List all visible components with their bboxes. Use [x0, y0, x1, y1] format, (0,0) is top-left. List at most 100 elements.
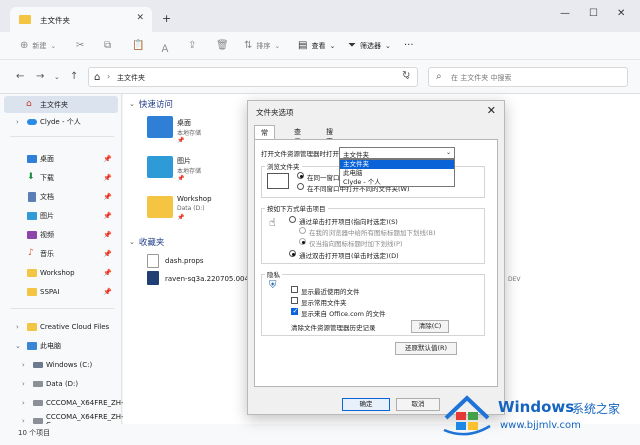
pin-icon[interactable]: 📌: [103, 193, 112, 201]
sidebar-item-home[interactable]: ⌂ 主文件夹: [4, 96, 118, 113]
paste-icon[interactable]: 📋: [132, 40, 144, 51]
sort-button[interactable]: ⇅ 排序 ⌄: [244, 40, 280, 51]
tile-location: 本地存储: [177, 130, 202, 137]
checkbox-show-office[interactable]: [291, 307, 298, 315]
filter-button[interactable]: ⏷ 筛选器 ⌄: [348, 40, 391, 51]
workshop-folder-icon[interactable]: [147, 196, 173, 218]
radio-double-click[interactable]: [289, 250, 296, 257]
expand-chevron-icon[interactable]: ›: [22, 361, 25, 369]
folder-icon: [19, 15, 31, 24]
collapse-chevron-icon[interactable]: ⌄: [15, 342, 21, 350]
rename-icon[interactable]: Ａ: [160, 40, 170, 55]
option-this-pc[interactable]: 此电脑: [340, 169, 454, 178]
file-name[interactable]: dash.props: [165, 257, 204, 265]
ok-button[interactable]: 确定: [342, 398, 390, 411]
checkbox-show-recent[interactable]: [291, 286, 298, 293]
view-button[interactable]: ▤ 查看 ⌄: [298, 40, 335, 51]
more-options-icon[interactable]: ···: [404, 40, 414, 51]
radio-same-window[interactable]: [297, 172, 304, 179]
underline-browser-label[interactable]: 在我的浏览器中给所有图标标题加下划线(B): [309, 227, 436, 237]
show-office-label[interactable]: 显示来自 Office.com 的文件: [301, 308, 386, 318]
sidebar-item-downloads[interactable]: ⬇ 下载 📌: [0, 169, 118, 186]
forward-icon[interactable]: →: [36, 71, 44, 82]
pin-icon[interactable]: 📌: [103, 269, 112, 277]
tile-name[interactable]: Workshop: [177, 195, 212, 203]
option-onedrive[interactable]: Clyde - 个人: [340, 178, 454, 187]
address-bar[interactable]: ⌂ › 主文件夹 ⌄: [88, 67, 418, 87]
up-icon[interactable]: ↑: [70, 71, 78, 82]
site-watermark: Windows 系统之家 www.bjjmlv.com: [440, 390, 640, 445]
cut-icon[interactable]: ✂: [76, 40, 84, 51]
close-tab-icon[interactable]: ✕: [136, 13, 144, 23]
refresh-icon[interactable]: ↻: [402, 70, 410, 81]
sidebar-item-desktop[interactable]: 桌面 📌: [0, 150, 118, 167]
share-icon[interactable]: ⇪: [188, 40, 196, 51]
pin-icon[interactable]: 📌: [103, 250, 112, 258]
sidebar-item-dvd-1[interactable]: › CCCOMA_X64FRE_ZH-: [0, 394, 124, 411]
back-icon[interactable]: ←: [16, 71, 24, 82]
tab-search[interactable]: 搜索: [320, 125, 339, 146]
click-group-label: 按如下方式单击项目: [265, 203, 328, 213]
clear-history-button[interactable]: 清除(C): [411, 320, 449, 333]
copy-icon[interactable]: ⧉: [104, 40, 111, 51]
tile-name[interactable]: 桌面: [177, 118, 191, 128]
history-chevron-icon[interactable]: ⌄: [54, 73, 60, 81]
open-explorer-select[interactable]: 主文件夹 ⌄: [339, 147, 455, 159]
sidebar-item-creative-cloud[interactable]: › Creative Cloud Files: [0, 318, 118, 335]
radio-underline-browser[interactable]: [299, 227, 306, 234]
restore-defaults-button[interactable]: 还原默认值(R): [395, 342, 457, 355]
checkbox-show-frequent[interactable]: [291, 297, 298, 304]
sidebar-item-this-pc[interactable]: ⌄ 此电脑: [0, 337, 118, 354]
folder-options-dialog: 文件夹选项 ✕ 常规 查看 搜索 打开文件资源管理器时打开: 主文件夹 ⌄ 主文…: [247, 100, 505, 415]
pictures-folder-icon[interactable]: [147, 156, 173, 178]
sidebar-item-videos[interactable]: 视频 📌: [0, 226, 118, 243]
sidebar-item-documents[interactable]: 文档 📌: [0, 188, 118, 205]
sidebar-item-sspai[interactable]: SSPAI 📌: [0, 283, 118, 300]
tab-view[interactable]: 查看: [288, 125, 307, 146]
maximize-icon[interactable]: ☐: [589, 8, 598, 19]
tab-general[interactable]: 常规: [254, 125, 275, 147]
cancel-button[interactable]: 取消: [396, 398, 440, 411]
sidebar-item-onedrive[interactable]: › Clyde - 个人: [0, 113, 118, 130]
tile-name[interactable]: 图片: [177, 156, 191, 166]
radio-single-click[interactable]: [289, 216, 296, 223]
pin-icon[interactable]: 📌: [103, 174, 112, 182]
sidebar-item-music[interactable]: ♪ 音乐 📌: [0, 245, 118, 262]
single-click-label[interactable]: 通过单击打开项目(指向时选定)(S): [299, 216, 398, 226]
delete-icon[interactable]: 🗑: [216, 40, 229, 51]
favorites-header[interactable]: ⌄ 收藏夹: [129, 236, 164, 248]
expand-chevron-icon[interactable]: ›: [16, 118, 19, 126]
double-click-label[interactable]: 通过双击打开项目(单击时选定)(D): [299, 250, 399, 260]
column-fragment: DEV: [508, 276, 521, 283]
radio-new-window[interactable]: [297, 183, 304, 190]
pin-icon[interactable]: 📌: [103, 155, 112, 163]
radio-underline-hover[interactable]: [299, 238, 306, 245]
option-home[interactable]: 主文件夹: [340, 160, 454, 169]
underline-hover-label[interactable]: 仅当指向图标标题时加下划线(P): [309, 238, 403, 248]
document-icon: [28, 192, 36, 202]
sidebar-item-data-d[interactable]: › Data (D:): [0, 375, 118, 392]
tab-home-folder[interactable]: 主文件夹 ✕: [10, 7, 152, 32]
pin-icon[interactable]: 📌: [103, 231, 112, 239]
new-button[interactable]: ⊕ 新建 ⌄: [20, 40, 56, 51]
search-input[interactable]: ⌕ 在 主文件夹 中搜索: [428, 67, 628, 87]
show-frequent-label[interactable]: 显示常用文件夹: [301, 297, 347, 307]
close-dialog-icon[interactable]: ✕: [487, 104, 496, 117]
expand-chevron-icon[interactable]: ›: [16, 323, 19, 331]
pin-icon[interactable]: 📌: [103, 212, 112, 220]
pin-icon[interactable]: 📌: [103, 288, 112, 296]
sidebar-item-workshop[interactable]: Workshop 📌: [0, 264, 118, 281]
explorer-window: 主文件夹 ✕ + — ☐ ✕ ⊕ 新建 ⌄ ✂ ⧉ 📋 Ａ ⇪ 🗑 ⇅ 排序 ⌄…: [0, 0, 640, 445]
minimize-icon[interactable]: —: [560, 8, 570, 19]
watermark-url: www.bjjmlv.com: [500, 420, 581, 431]
quick-access-header[interactable]: ⌄ 快速访问: [129, 98, 173, 110]
close-window-icon[interactable]: ✕: [617, 8, 625, 19]
expand-chevron-icon[interactable]: ›: [22, 399, 25, 407]
new-tab-icon[interactable]: +: [162, 12, 171, 25]
sidebar-item-pictures[interactable]: 图片 📌: [0, 207, 118, 224]
desktop-folder-icon[interactable]: [147, 116, 173, 138]
expand-chevron-icon[interactable]: ›: [22, 380, 25, 388]
collapse-chevron-icon: ⌄: [129, 100, 135, 108]
sidebar-item-windows-c[interactable]: › Windows (C:): [0, 356, 118, 373]
show-recent-label[interactable]: 显示最近使用的文件: [301, 286, 360, 296]
